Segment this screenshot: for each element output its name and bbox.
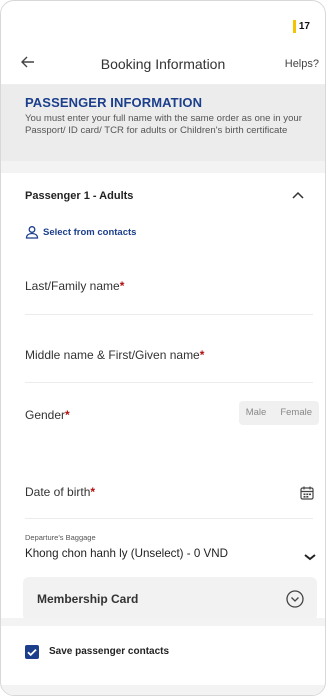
- baggage-select[interactable]: Departure's Baggage Khong chon hanh ly (…: [25, 519, 316, 567]
- given-name-field[interactable]: Middle name & First/Given name*: [25, 315, 313, 383]
- chevron-down-icon[interactable]: [303, 549, 317, 561]
- passenger-form: Passenger 1 - Adults Select from contact…: [1, 173, 325, 621]
- chevron-up-icon[interactable]: [289, 187, 307, 205]
- gender-female-option[interactable]: Female: [273, 401, 319, 425]
- baggage-value: Khong chon hanh ly (Unselect) - 0 VND: [25, 547, 228, 560]
- page-title: Booking Information: [100, 56, 226, 72]
- battery-indicator: 17: [292, 20, 313, 33]
- membership-card-section[interactable]: Membership Card: [23, 577, 317, 621]
- gender-toggle: Male Female: [238, 401, 319, 425]
- baggage-label: Departure's Baggage: [25, 533, 96, 542]
- passenger-title: Passenger 1 - Adults: [25, 190, 134, 202]
- help-link[interactable]: Helps?: [285, 58, 319, 70]
- save-contacts-label: Save passenger contacts: [49, 646, 170, 657]
- passenger-section-header[interactable]: Passenger 1 - Adults: [25, 173, 325, 221]
- person-icon: [25, 225, 39, 239]
- gender-label: Gender*: [25, 408, 70, 422]
- required-mark: *: [90, 485, 96, 499]
- phone-screen: 17 Booking Information Helps? PASSENGER …: [0, 0, 326, 696]
- expand-circle-icon[interactable]: [285, 589, 305, 609]
- gender-male-option[interactable]: Male: [239, 401, 274, 425]
- section-divider: [1, 618, 325, 626]
- info-text: You must enter your full name with the s…: [25, 113, 302, 136]
- select-from-contacts-label: Select from contacts: [43, 227, 137, 238]
- last-name-field[interactable]: Last/Family name*: [25, 257, 313, 315]
- dob-label: Date of birth*: [25, 485, 96, 499]
- header: Booking Information Helps?: [1, 45, 325, 85]
- status-bar: 17: [1, 1, 325, 45]
- required-mark: *: [65, 408, 70, 422]
- section-divider: [1, 161, 325, 173]
- select-from-contacts-link[interactable]: Select from contacts: [25, 221, 325, 257]
- info-title: PASSENGER INFORMATION: [25, 95, 203, 110]
- given-name-label: Middle name & First/Given name*: [25, 348, 205, 362]
- required-mark: *: [199, 348, 205, 362]
- last-name-label: Last/Family name*: [25, 279, 125, 293]
- save-contacts-checkbox[interactable]: [25, 645, 39, 659]
- passenger-info-banner: PASSENGER INFORMATION You must enter you…: [1, 85, 325, 161]
- membership-card-label: Membership Card: [37, 592, 139, 606]
- gender-field: Gender* Male Female: [25, 383, 319, 439]
- bottom-bar: [1, 685, 325, 695]
- required-mark: *: [119, 279, 125, 293]
- calendar-icon[interactable]: [299, 485, 315, 501]
- date-of-birth-field[interactable]: Date of birth*: [25, 439, 315, 519]
